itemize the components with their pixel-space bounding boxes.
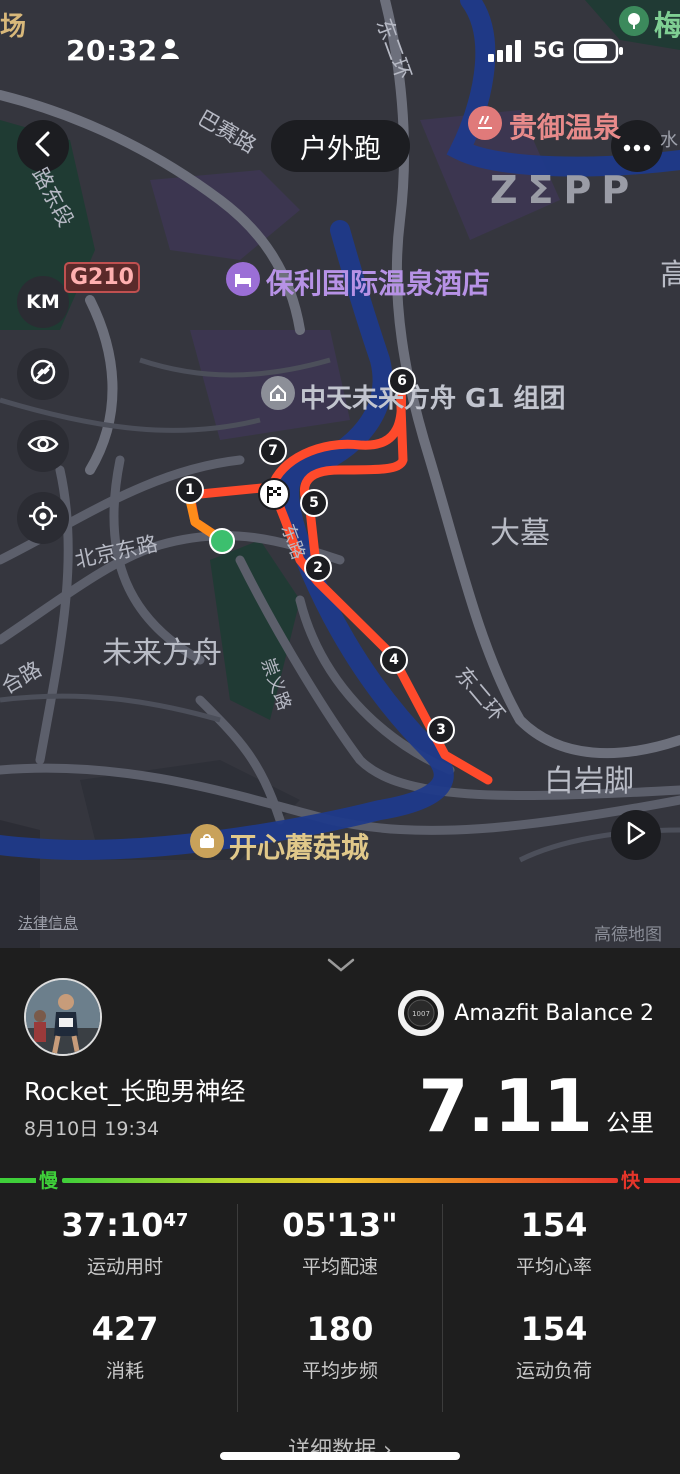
username: Rocket_长跑男神经 [24, 1077, 246, 1106]
stat-label: 消耗 [105, 1360, 144, 1382]
distance-summary: 7.11 公里 [418, 1064, 654, 1148]
map-label-zhongtian: 中天未来方舟 G1 组团 [300, 384, 566, 414]
stat-value-main: 37:10 [61, 1206, 164, 1244]
map-label-guiyu-hot-spring: 贵御温泉 [509, 111, 622, 144]
km-marker-1[interactable]: 1 [176, 476, 204, 504]
pace-color-legend: 慢 快 [0, 1170, 680, 1192]
map-label-chang: 场 [0, 12, 27, 42]
stat-label: 运动负荷 [515, 1360, 592, 1382]
route-map[interactable]: 20:32 5G 户外跑 KM 场 梅 贵御温泉 ZΣPP 水 G210 保利国… [0, 0, 680, 948]
legend-fast-label: 快 [621, 1170, 641, 1192]
play-track-button[interactable] [611, 810, 661, 860]
km-marker-label: 6 [397, 373, 407, 389]
more-dots-icon [623, 137, 651, 156]
stat-avg-pace: 05'13" 平均配速 [227, 1206, 453, 1279]
zepp-watermark: ZΣPP [490, 168, 640, 212]
km-marker-2[interactable]: 2 [304, 554, 332, 582]
stat-value: 154 [520, 1206, 588, 1244]
km-marker-3[interactable]: 3 [427, 716, 455, 744]
stat-label: 平均步频 [301, 1360, 378, 1382]
home-indicator[interactable] [220, 1452, 460, 1460]
map-label-kaixin-mogucheng: 开心蘑菇城 [229, 831, 370, 864]
watch-face-text: 1007 [412, 1010, 430, 1018]
km-marker-label: 4 [389, 652, 399, 668]
collapse-chevron-icon[interactable] [326, 956, 356, 978]
crosshair-icon [28, 501, 58, 536]
unit-label: KM [26, 291, 60, 313]
gaode-attribution: 高德地图 [594, 925, 662, 945]
stat-label: 平均配速 [301, 1256, 378, 1278]
eye-icon [27, 433, 59, 460]
stat-value: 05'13" [282, 1206, 398, 1244]
map-label-weilai-fangzhou: 未来方舟 [102, 636, 222, 671]
device-info[interactable]: 1007 Amazfit Balance 2 [398, 990, 654, 1036]
stat-value: 427 [91, 1310, 159, 1348]
stat-label: 运动用时 [86, 1256, 163, 1278]
avatar[interactable] [24, 978, 102, 1056]
signal-icon [488, 40, 524, 66]
hidden-layer-icon [28, 357, 58, 392]
km-marker-6[interactable]: 6 [388, 367, 416, 395]
activity-datetime: 8月10日 19:34 [24, 1118, 160, 1140]
distance-unit: 公里 [606, 1109, 654, 1137]
map-label-da-mu: 大墓 [490, 516, 550, 551]
map-label-shui: 水 [660, 130, 678, 151]
map-label-mei: 梅 [654, 9, 680, 42]
status-bar: 20:32 5G [0, 30, 680, 70]
person-icon [160, 38, 180, 64]
locate-button[interactable] [17, 492, 69, 544]
status-time: 20:32 [66, 34, 158, 67]
battery-icon [573, 38, 624, 68]
finish-flag-icon[interactable] [258, 478, 290, 510]
shopping-icon [190, 824, 224, 858]
hot-spring-icon [468, 106, 502, 140]
summary-panel: 1007 Amazfit Balance 2 Rocket_长跑男神经 8月10… [0, 948, 680, 1474]
km-marker-label: 2 [313, 560, 323, 576]
km-marker-label: 7 [268, 443, 278, 459]
legend-slow-tick [0, 1178, 36, 1183]
unit-km-button[interactable]: KM [17, 276, 69, 328]
stat-label: 平均心率 [515, 1256, 592, 1278]
stat-training-load: 154 运动负荷 [441, 1310, 667, 1383]
building-icon [261, 376, 295, 410]
km-marker-7[interactable]: 7 [259, 437, 287, 465]
legend-slow-label: 慢 [39, 1170, 59, 1192]
distance-value: 7.11 [418, 1064, 593, 1148]
km-marker-label: 1 [185, 482, 195, 498]
stat-calories: 427 消耗 [12, 1310, 238, 1383]
stat-avg-cadence: 180 平均步频 [227, 1310, 453, 1383]
km-marker-5[interactable]: 5 [300, 489, 328, 517]
visibility-button[interactable] [17, 420, 69, 472]
km-marker-4[interactable]: 4 [380, 646, 408, 674]
legend-fast-tick [644, 1178, 680, 1183]
back-button[interactable] [17, 120, 69, 172]
stat-value: 180 [306, 1310, 374, 1348]
stat-value: 37:1047 [12, 1206, 238, 1244]
km-marker-label: 3 [436, 722, 446, 738]
pace-gradient-bar [62, 1178, 618, 1183]
legal-info-link[interactable]: 法律信息 [18, 912, 78, 933]
map-label-poly-hotel: 保利国际温泉酒店 [266, 267, 491, 300]
stat-value: 154 [520, 1310, 588, 1348]
tree-icon [619, 6, 649, 36]
km-marker-label: 5 [309, 495, 319, 511]
device-name: Amazfit Balance 2 [454, 1000, 654, 1026]
chevron-left-icon [33, 130, 53, 162]
map-label-baiyanjiao: 白岩脚 [544, 764, 634, 799]
page-title: 户外跑 [271, 120, 410, 172]
stat-duration: 37:1047 运动用时 [12, 1206, 238, 1279]
network-type: 5G [533, 38, 565, 62]
watch-icon: 1007 [398, 990, 445, 1036]
hotel-icon [226, 262, 260, 296]
stat-value-sub: 47 [163, 1210, 189, 1231]
play-icon [625, 820, 647, 850]
map-label-gao: 高 [660, 258, 680, 293]
highway-shield-g210: G210 [64, 262, 140, 293]
stat-avg-heart-rate: 154 平均心率 [441, 1206, 667, 1279]
hide-pace-button[interactable] [17, 348, 69, 400]
